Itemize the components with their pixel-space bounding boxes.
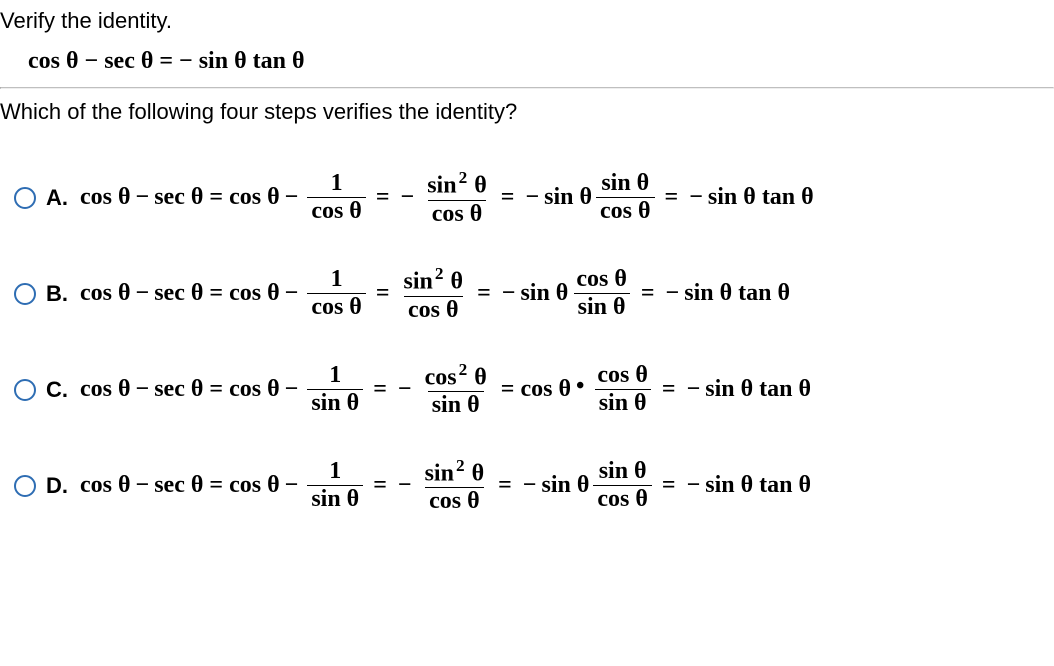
question-text: Which of the following four steps verifi…: [0, 89, 1054, 133]
radio-b[interactable]: [14, 283, 36, 305]
prompt-text: Verify the identity.: [0, 0, 1054, 44]
radio-c[interactable]: [14, 379, 36, 401]
option-b-math: cos θ − sec θ = cos θ − 1cos θ = sin2 θ …: [80, 265, 790, 323]
option-a-math: cos θ − sec θ = cos θ − 1cos θ = − sin2 …: [80, 169, 814, 227]
identity-expression: cos θ − sec θ = − sin θ tan θ: [0, 44, 1054, 87]
option-b-row[interactable]: B. cos θ − sec θ = cos θ − 1cos θ = sin2…: [14, 265, 1054, 323]
option-a-row[interactable]: A. cos θ − sec θ = cos θ − 1cos θ = − si…: [14, 169, 1054, 227]
option-c-math: cos θ − sec θ = cos θ − 1sin θ = − cos2 …: [80, 361, 811, 419]
radio-d[interactable]: [14, 475, 36, 497]
option-c-row[interactable]: C. cos θ − sec θ = cos θ − 1sin θ = − co…: [14, 361, 1054, 419]
option-a-label: A.: [46, 185, 70, 211]
options-container: A. cos θ − sec θ = cos θ − 1cos θ = − si…: [0, 133, 1054, 533]
option-d-row[interactable]: D. cos θ − sec θ = cos θ − 1sin θ = − si…: [14, 457, 1054, 515]
option-c-label: C.: [46, 377, 70, 403]
option-b-label: B.: [46, 281, 70, 307]
option-d-label: D.: [46, 473, 70, 499]
option-d-math: cos θ − sec θ = cos θ − 1sin θ = − sin2 …: [80, 457, 811, 515]
radio-a[interactable]: [14, 187, 36, 209]
